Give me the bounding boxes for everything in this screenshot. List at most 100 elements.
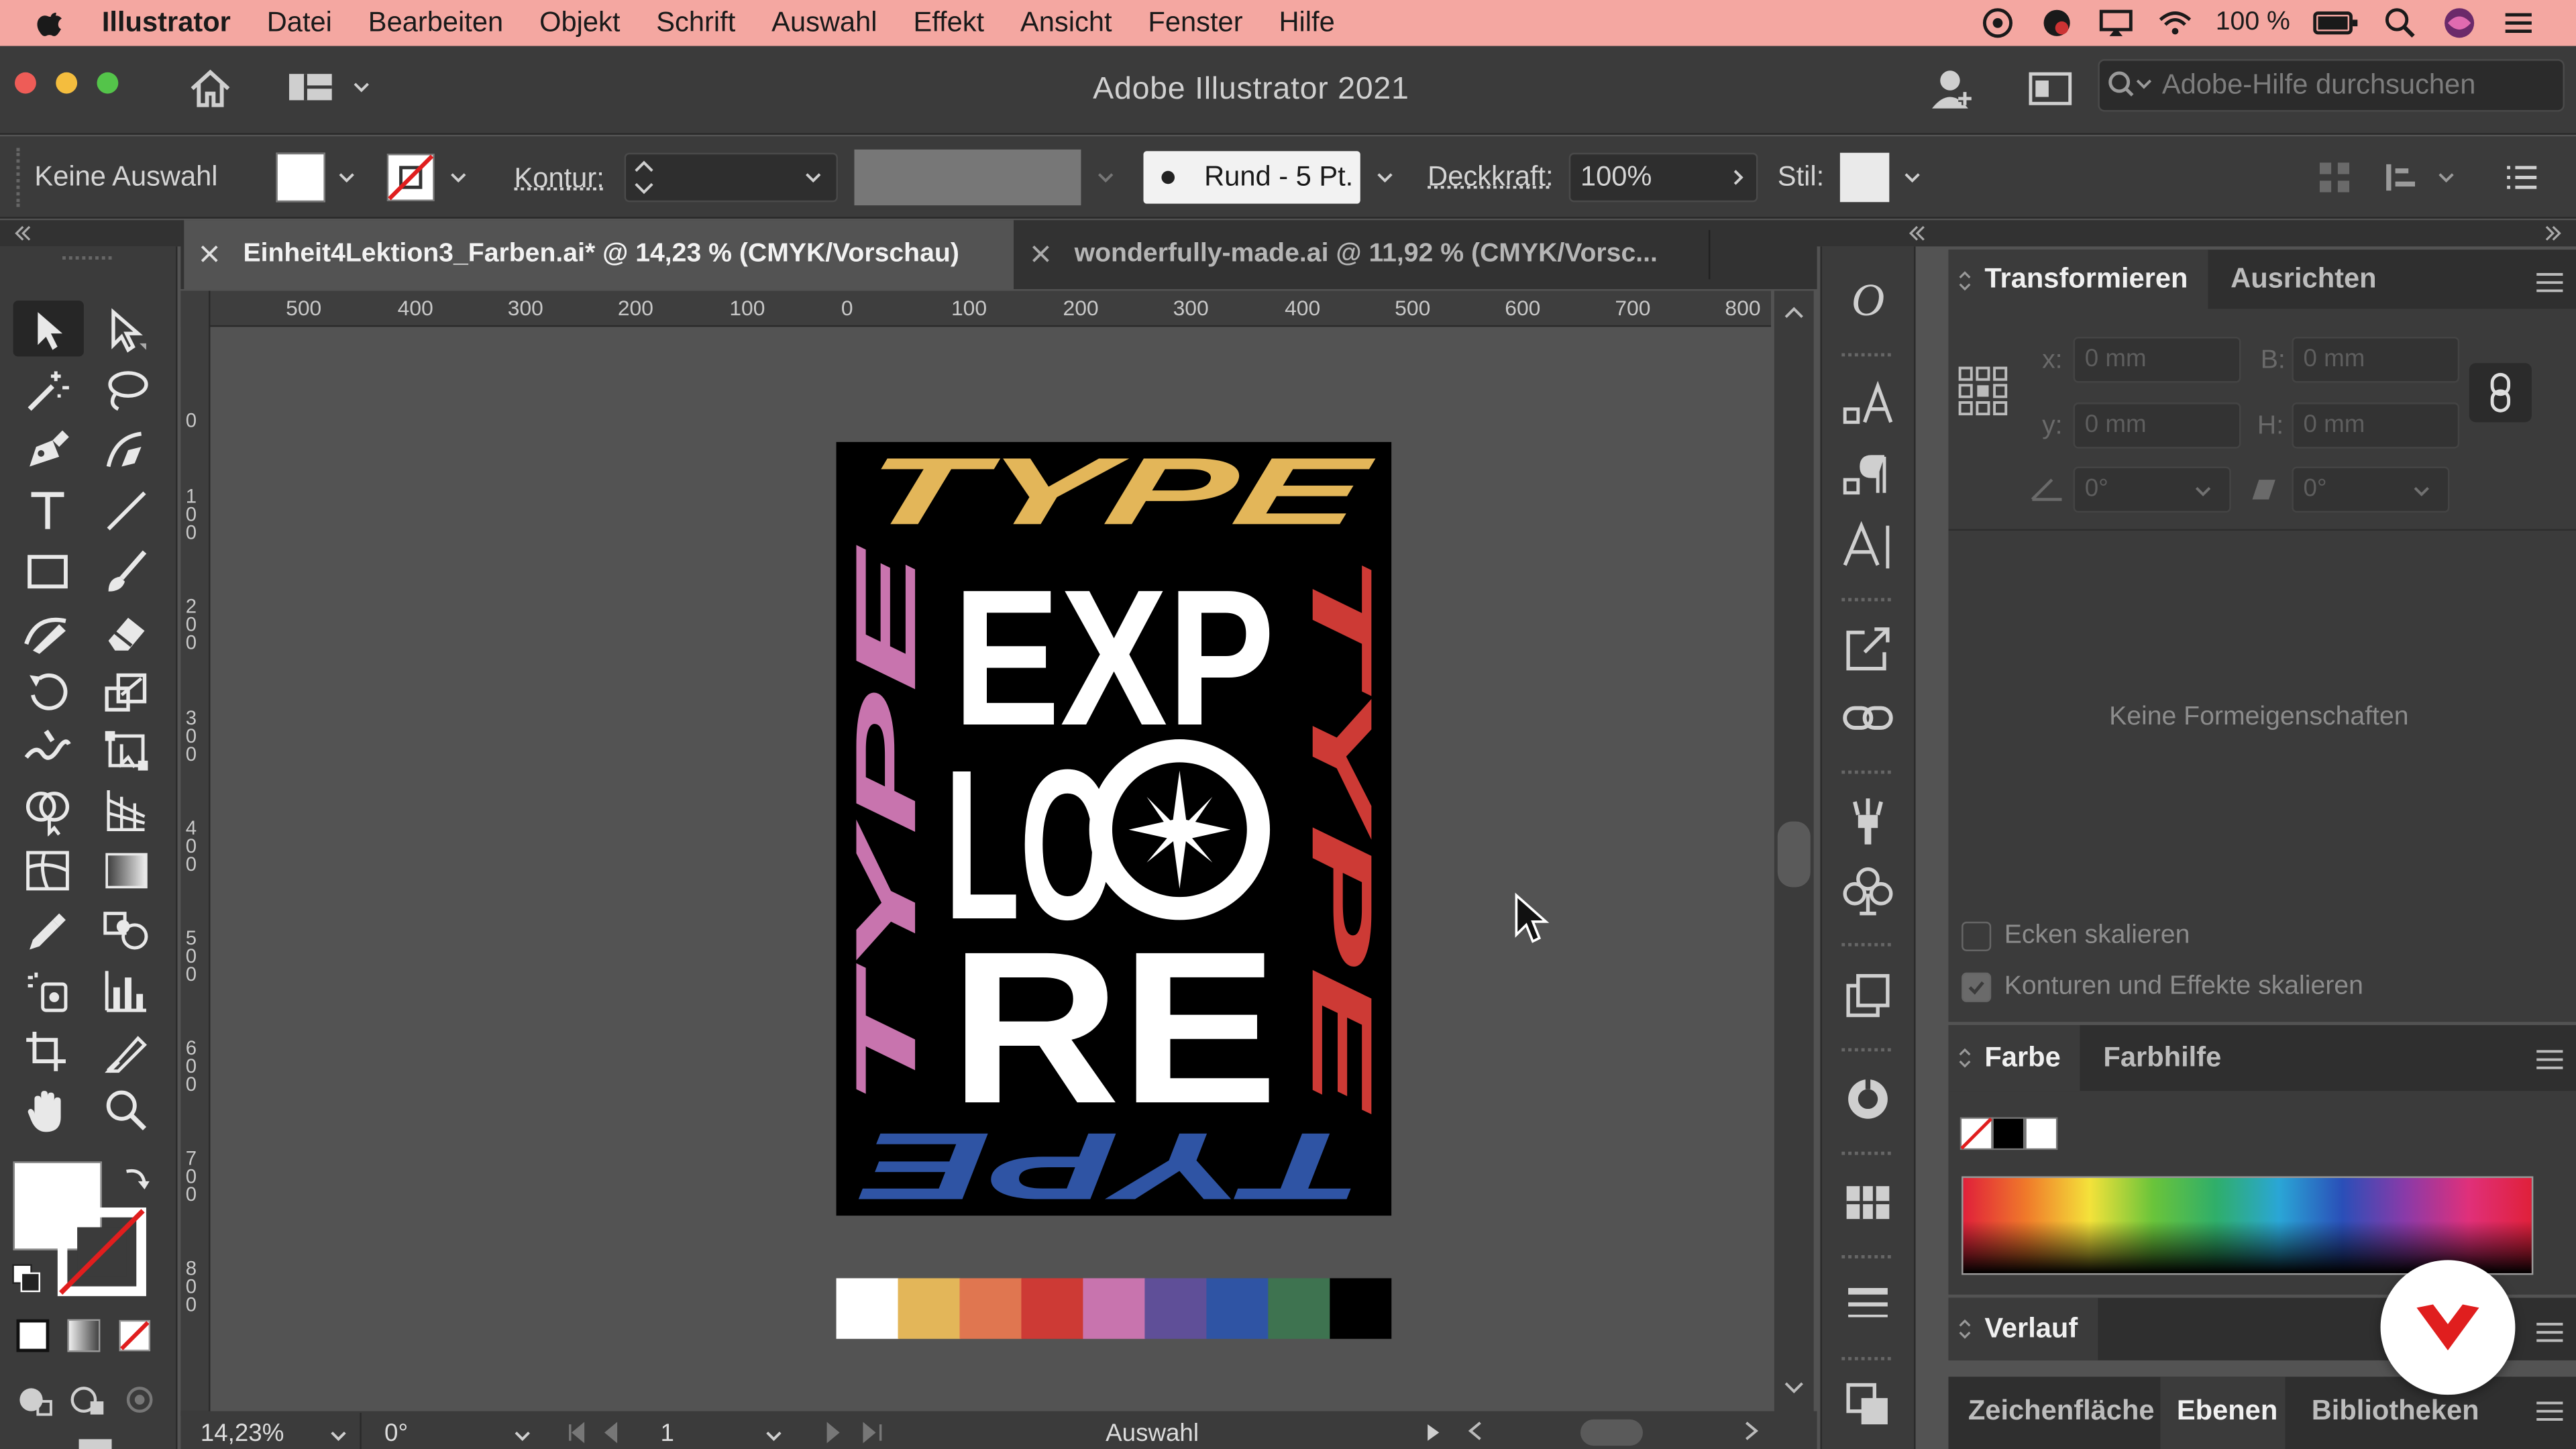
collapse-panels-icon[interactable] bbox=[2543, 223, 2563, 243]
menu-ansicht[interactable]: Ansicht bbox=[1020, 7, 1112, 40]
align-grid-icon[interactable] bbox=[2316, 160, 2353, 196]
warp-tool-icon[interactable] bbox=[19, 724, 75, 777]
draw-normal-icon[interactable] bbox=[15, 1382, 54, 1418]
brushes-icon[interactable] bbox=[1841, 795, 1894, 847]
tab-ebenen[interactable]: Ebenen bbox=[2177, 1395, 2277, 1428]
symbols-icon[interactable] bbox=[1841, 864, 1894, 916]
scroll-right-icon[interactable] bbox=[1741, 1419, 1761, 1442]
spotlight-search-icon[interactable] bbox=[2382, 7, 2418, 40]
color-swatch[interactable] bbox=[1268, 1278, 1331, 1339]
arrange-documents-icon[interactable] bbox=[2382, 158, 2461, 197]
menu-hilfe[interactable]: Hilfe bbox=[1279, 7, 1334, 40]
control-center-icon[interactable] bbox=[2500, 7, 2536, 40]
scroll-thumb[interactable] bbox=[1777, 821, 1811, 888]
opacity-label[interactable]: Deckkraft: bbox=[1428, 161, 1553, 194]
menu-objekt[interactable]: Objekt bbox=[539, 7, 620, 40]
color-swatch[interactable] bbox=[1083, 1278, 1146, 1339]
panel-menu-icon[interactable] bbox=[2535, 271, 2565, 294]
reference-point-icon[interactable] bbox=[1957, 365, 2009, 417]
menu-effekt[interactable]: Effekt bbox=[913, 7, 984, 40]
panel-menu-icon[interactable] bbox=[2535, 1400, 2565, 1423]
horizontal-ruler[interactable]: 500 400 300 200 100 0 100 200 300 400 50… bbox=[210, 290, 1771, 327]
height-field[interactable]: 0 mm bbox=[2292, 402, 2460, 449]
tab-active-label[interactable]: Einheit4Lektion3_Farben.ai* @ 14,23 % (C… bbox=[243, 220, 959, 289]
zoom-chevron-icon[interactable] bbox=[330, 1428, 346, 1444]
export-icon[interactable] bbox=[1841, 623, 1894, 675]
help-search-input[interactable]: Adobe-Hilfe durchsuchen bbox=[2098, 59, 2565, 112]
menu-fenster[interactable]: Fenster bbox=[1148, 7, 1242, 40]
share-user-icon[interactable] bbox=[1929, 66, 1978, 112]
scale-tool-icon[interactable] bbox=[99, 665, 154, 718]
column-graph-tool-icon[interactable] bbox=[99, 965, 154, 1017]
scroll-down-icon[interactable] bbox=[1782, 1380, 1805, 1396]
shear-chevron-icon[interactable] bbox=[2414, 483, 2430, 499]
swap-fill-stroke-icon[interactable] bbox=[120, 1161, 153, 1194]
default-fill-stroke-icon[interactable] bbox=[11, 1263, 41, 1293]
collapse-toolbar-icon[interactable] bbox=[13, 223, 33, 243]
variable-width-profile[interactable] bbox=[854, 149, 1081, 206]
color-mode-button[interactable] bbox=[16, 1319, 50, 1352]
type-tool-icon[interactable] bbox=[19, 484, 75, 537]
tab-farbhilfe[interactable]: Farbhilfe bbox=[2080, 1042, 2244, 1075]
rotate-chevron-icon[interactable] bbox=[2195, 483, 2211, 499]
panel-arrange-icon[interactable] bbox=[2027, 69, 2074, 109]
lasso-tool-icon[interactable] bbox=[99, 365, 154, 417]
shape-builder-tool-icon[interactable] bbox=[19, 784, 75, 837]
tools-panel-grip[interactable] bbox=[62, 256, 112, 263]
gradient-mode-button[interactable] bbox=[67, 1319, 101, 1352]
menu-auswahl[interactable]: Auswahl bbox=[771, 7, 877, 40]
color-swatch[interactable] bbox=[1330, 1278, 1392, 1339]
paragraph-styles-icon[interactable] bbox=[1841, 450, 1894, 502]
stroke-swatch-large[interactable] bbox=[57, 1208, 146, 1297]
artboards-icon[interactable] bbox=[1841, 969, 1894, 1022]
stroke-panel-icon[interactable] bbox=[1841, 1278, 1894, 1330]
profile-chevron-icon[interactable] bbox=[1097, 169, 1114, 185]
apple-icon[interactable] bbox=[36, 8, 66, 38]
line-segment-tool-icon[interactable] bbox=[99, 484, 154, 537]
panel-collapse-arrows-icon[interactable] bbox=[1957, 270, 1973, 292]
control-bar-menu-icon[interactable] bbox=[2504, 161, 2540, 194]
color-swatch[interactable] bbox=[898, 1278, 961, 1339]
color-swatch[interactable] bbox=[836, 1278, 899, 1339]
mesh-tool-icon[interactable] bbox=[19, 845, 75, 897]
color-quick-swatches[interactable] bbox=[1960, 1117, 2059, 1150]
artboard-number[interactable]: 1 bbox=[660, 1419, 674, 1448]
none-mode-button[interactable] bbox=[118, 1320, 151, 1352]
color-swatch[interactable] bbox=[1144, 1278, 1208, 1339]
rotation-value[interactable]: 0° bbox=[384, 1419, 408, 1448]
battery-icon[interactable] bbox=[2313, 7, 2359, 40]
artboard-chevron-icon[interactable] bbox=[765, 1428, 782, 1444]
wifi-icon[interactable] bbox=[2157, 7, 2193, 40]
tab-transformieren[interactable]: Transformieren bbox=[1948, 250, 2208, 309]
scroll-up-icon[interactable] bbox=[1782, 304, 1805, 320]
color-swatch[interactable] bbox=[1021, 1278, 1084, 1339]
menu-app[interactable]: Illustrator bbox=[102, 7, 231, 40]
next-last-artboard-icon[interactable] bbox=[818, 1421, 888, 1444]
menu-datei[interactable]: Datei bbox=[267, 7, 332, 40]
width-field[interactable]: 0 mm bbox=[2292, 337, 2460, 383]
first-previous-artboard-icon[interactable] bbox=[567, 1421, 633, 1444]
screen-mode-icon[interactable] bbox=[78, 1439, 112, 1449]
tab-inactive-label[interactable]: wonderfully-made.ai @ 11,92 % (CMYK/Vors… bbox=[1075, 220, 1658, 289]
tab-ausrichten[interactable]: Ausrichten bbox=[2208, 263, 2400, 296]
tab-zeichenflaechen[interactable]: Zeichenflächen bbox=[1968, 1395, 2154, 1428]
horizontal-scroll-thumb[interactable] bbox=[1580, 1419, 1643, 1446]
graphic-style-swatch[interactable] bbox=[1839, 152, 1890, 203]
knife-tool-icon[interactable] bbox=[99, 1025, 154, 1077]
cloud-sync-icon[interactable] bbox=[2038, 7, 2074, 40]
draw-behind-icon[interactable] bbox=[67, 1382, 107, 1418]
panel-collapse-arrows-icon[interactable] bbox=[1957, 1318, 1973, 1340]
swatches-icon[interactable] bbox=[1841, 1176, 1894, 1228]
appearance-icon[interactable] bbox=[1841, 1073, 1894, 1125]
free-transform-tool-icon[interactable] bbox=[99, 724, 154, 777]
rotate-tool-icon[interactable] bbox=[19, 665, 75, 718]
stroke-dropdown-chevron-icon[interactable] bbox=[450, 169, 466, 185]
zoom-tool-icon[interactable] bbox=[99, 1084, 154, 1136]
layers-icon[interactable] bbox=[1841, 1379, 1894, 1431]
fill-color-swatch[interactable] bbox=[276, 152, 325, 203]
y-field[interactable]: 0 mm bbox=[2073, 402, 2241, 449]
rectangle-tool-icon[interactable] bbox=[19, 545, 75, 598]
perspective-grid-tool-icon[interactable] bbox=[99, 784, 154, 836]
symbol-sprayer-tool-icon[interactable] bbox=[19, 965, 75, 1017]
control-bar-grip[interactable] bbox=[16, 148, 21, 207]
